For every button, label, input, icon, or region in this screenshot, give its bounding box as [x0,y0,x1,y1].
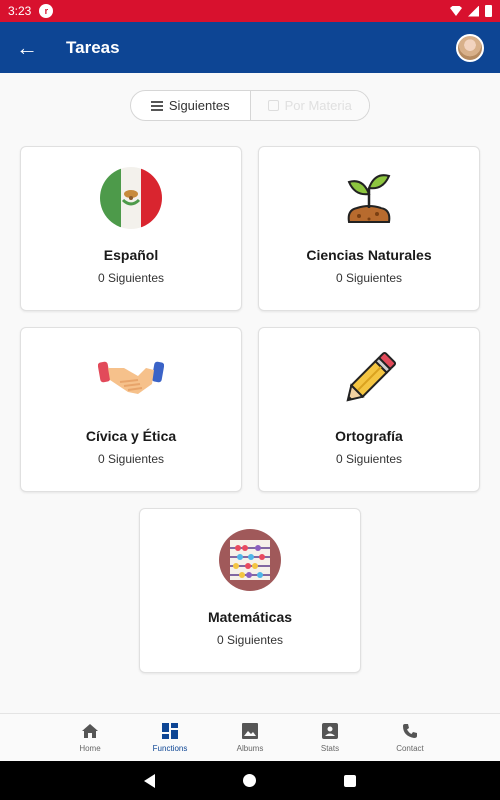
segment-por-materia-label: Por Materia [284,98,352,113]
nav-home[interactable]: Home [50,714,130,761]
nav-stats-label: Stats [320,744,340,753]
subject-card-ciencias-naturales[interactable]: Ciencias Naturales 0 Siguientes [258,146,480,311]
image-icon [241,722,259,740]
segment-siguientes[interactable]: Siguientes [131,91,251,120]
list-icon [150,100,163,111]
signal-icon [468,5,479,17]
subject-card-civica-etica[interactable]: Cívica y Ética 0 Siguientes [20,327,242,492]
subject-card-espanol[interactable]: Español 0 Siguientes [20,146,242,311]
phone-icon [401,722,419,740]
system-navigation-bar [0,761,500,800]
back-arrow-icon[interactable]: ← [16,35,46,61]
subject-count: 0 Siguientes [335,452,403,466]
battery-icon [485,5,492,17]
subject-name: Español [103,247,159,263]
system-back-icon[interactable] [144,773,155,788]
status-time: 3:23 [8,4,32,18]
nav-home-label: Home [79,744,101,753]
system-home-icon[interactable] [243,774,256,787]
system-recents-icon[interactable] [344,774,356,787]
subject-count: 0 Siguientes [97,452,165,466]
avatar[interactable] [456,33,484,62]
plant-sprout-icon [336,165,402,231]
nav-contact-label: Contact [396,744,424,753]
view-toggle: Siguientes Por Materia [130,90,370,121]
calendar-icon [267,100,279,111]
abacus-icon [217,527,283,593]
segment-siguientes-label: Siguientes [168,98,230,113]
page-title: Tareas [66,37,120,57]
segment-por-materia[interactable]: Por Materia [250,91,369,120]
subject-count: 0 Siguientes [97,271,165,285]
subject-count: 0 Siguientes [335,271,403,285]
subject-name: Cívica y Ética [85,428,177,444]
status-indicators [450,5,492,17]
status-bar: 3:23 r [0,0,500,22]
nav-functions[interactable]: Functions [130,714,210,761]
subject-card-ortografia[interactable]: Ortografía 0 Siguientes [258,327,480,492]
mexico-flag-icon [98,165,164,231]
handshake-icon [98,346,164,412]
subject-card-matematicas[interactable]: Matemáticas 0 Siguientes [139,508,361,673]
nav-albums-label: Albums [236,744,264,753]
nav-albums[interactable]: Albums [210,714,290,761]
bottom-navigation: Home Functions Albums Stats Contact [0,713,500,761]
subject-name: Ciencias Naturales [306,247,432,263]
subject-name: Ortografía [335,428,403,444]
nav-stats[interactable]: Stats [290,714,370,761]
nav-contact[interactable]: Contact [370,714,450,761]
wifi-icon [450,6,462,16]
pencil-icon [336,346,402,412]
nav-functions-label: Functions [152,744,188,753]
dashboard-icon [161,722,179,740]
badge-icon [321,722,339,740]
app-bar: ← Tareas [0,22,500,73]
notification-app-icon: r [39,4,54,18]
subject-name: Matemáticas [207,609,293,625]
subject-count: 0 Siguientes [216,633,284,647]
home-icon [81,722,99,740]
